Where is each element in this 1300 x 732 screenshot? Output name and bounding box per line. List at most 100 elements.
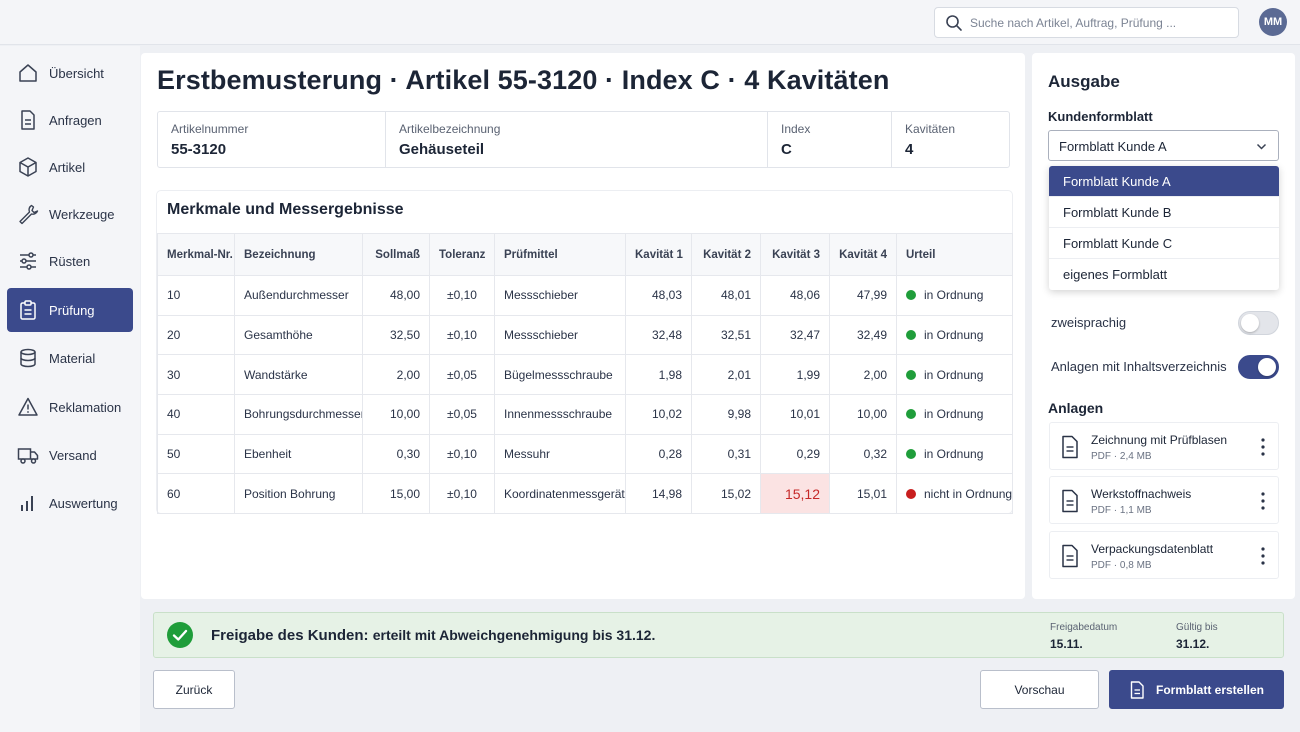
cell-name: Außendurchmesser <box>234 275 363 316</box>
back-button[interactable]: Zurück <box>153 670 235 709</box>
sidebar-item-anfragen[interactable]: Anfragen <box>7 98 133 142</box>
form-select[interactable]: Formblatt Kunde A <box>1048 130 1279 161</box>
cell-name: Gesamthöhe <box>234 314 363 356</box>
clipboard-icon <box>20 300 36 320</box>
sidebar-item-label: Prüfung <box>49 302 95 318</box>
cell-urteil: in Ordnung <box>896 354 1013 396</box>
check-circle-icon <box>167 622 193 648</box>
cell-k2: 15,02 <box>691 473 761 515</box>
measurement-table-card: Merkmale und Messergebnisse Merkmal-Nr. … <box>157 191 1013 515</box>
form-label: Kundenformblatt <box>1048 109 1153 124</box>
search-input[interactable] <box>970 9 1232 36</box>
cell-tol: ±0,05 <box>429 354 495 396</box>
table-row[interactable]: 60 Position Bohrung 15,00 ±0,10 Koordinatenm… <box>157 473 1013 515</box>
more-vertical-icon[interactable] <box>1256 545 1270 567</box>
zweisprachig-toggle[interactable] <box>1238 311 1279 335</box>
release-date-value: 15.11. <box>1050 637 1083 651</box>
cell-name: Position Bohrung <box>234 473 363 515</box>
document-icon <box>1130 680 1144 699</box>
dropdown-option[interactable]: eigenes Formblatt <box>1049 259 1279 290</box>
cell-k3: 15,12 <box>760 473 830 515</box>
attachment-item[interactable]: Werkstoffnachweis PDF · 1,1 MB <box>1049 476 1279 524</box>
table-row[interactable]: 30 Wandstärke 2,00 ±0,05 Bügelmessschraube 1,… <box>157 354 1013 396</box>
cell-urteil: in Ordnung <box>896 275 1013 316</box>
column-header[interactable]: Urteil <box>896 233 1013 276</box>
cell-k2: 9,98 <box>691 394 761 435</box>
table-row[interactable]: 20 Gesamthöhe 32,50 ±0,10 Messschieber 32,48 3… <box>157 314 1013 356</box>
verdict-text: in Ordnung <box>924 447 984 462</box>
info-artikelnummer: Artikelnummer 55-3120 <box>158 112 386 167</box>
sidebar-item-label: Artikel <box>49 159 86 175</box>
attachment-item[interactable]: Zeichnung mit Prüfblasen PDF · 2,4 MB <box>1049 422 1279 470</box>
valid-until-label: Gültig bis <box>1176 622 1218 633</box>
column-header[interactable]: Kavität 4 <box>829 233 897 276</box>
release-status-text: Freigabe des Kunden: erteilt mit Abweich… <box>211 627 655 644</box>
column-header[interactable]: Sollmaß <box>362 233 430 276</box>
cell-urteil: nicht in Ordnung <box>896 473 1013 515</box>
verdict-text: in Ordnung <box>924 407 984 422</box>
sidebar-item-label: Auswertung <box>49 495 118 511</box>
output-title: Ausgabe <box>1048 72 1120 91</box>
table-row[interactable]: 10 Außendurchmesser 48,00 ±0,10 Messschieber… <box>157 275 1013 316</box>
file-icon <box>1062 435 1078 459</box>
cell-k1: 48,03 <box>625 275 692 316</box>
column-header[interactable]: Merkmal-Nr. <box>157 233 235 276</box>
output-panel: Ausgabe Kundenformblatt Formblatt Kunde … <box>1032 53 1295 599</box>
sidebar-item-pruefung[interactable]: Prüfung <box>7 288 133 332</box>
sidebar-item-reklamation[interactable]: Reklamation <box>7 385 133 429</box>
cell-soll: 15,00 <box>362 473 430 515</box>
release-date: Freigabedatum 15.11. <box>1050 622 1117 651</box>
cell-nr: 60 <box>157 473 235 515</box>
sidebar-item-uebersicht[interactable]: Übersicht <box>7 51 133 95</box>
toggle-label: zweisprachig <box>1051 315 1127 330</box>
inhaltsverzeichnis-toggle[interactable] <box>1238 355 1279 379</box>
verdict-text: nicht in Ordnung <box>924 486 1013 501</box>
valid-until-value: 31.12. <box>1176 637 1210 651</box>
cell-k4: 2,00 <box>829 354 897 396</box>
sidebar-item-versand[interactable]: Versand <box>7 433 133 477</box>
cell-k1: 10,02 <box>625 394 692 435</box>
more-vertical-icon[interactable] <box>1256 490 1270 512</box>
column-header[interactable]: Bezeichnung <box>234 233 363 276</box>
create-form-button[interactable]: Formblatt erstellen <box>1109 670 1284 709</box>
column-header[interactable]: Prüfmittel <box>494 233 626 276</box>
dropdown-option[interactable]: Formblatt Kunde C <box>1049 228 1279 259</box>
cell-nr: 40 <box>157 394 235 435</box>
cell-k1: 0,28 <box>625 433 692 475</box>
search-icon <box>946 15 962 31</box>
cell-mittel: Bügelmessschraube <box>494 354 626 396</box>
column-header[interactable]: Kavität 2 <box>691 233 761 276</box>
search-box[interactable] <box>934 7 1239 38</box>
form-dropdown: Formblatt Kunde A Formblatt Kunde B Form… <box>1049 166 1279 290</box>
attachment-item[interactable]: Verpackungsdatenblatt PDF · 0,8 MB <box>1049 531 1279 579</box>
sidebar-item-werkzeuge[interactable]: Werkzeuge <box>7 192 133 236</box>
cell-soll: 32,50 <box>362 314 430 356</box>
dropdown-option[interactable]: Formblatt Kunde A <box>1049 166 1279 197</box>
document-icon <box>21 110 35 130</box>
more-vertical-icon[interactable] <box>1256 436 1270 458</box>
info-value: C <box>781 141 792 158</box>
column-header[interactable]: Toleranz <box>429 233 495 276</box>
release-status-label: Freigabe des Kunden: <box>211 627 369 644</box>
sidebar-item-artikel[interactable]: Artikel <box>7 145 133 189</box>
attachment-meta: PDF · 1,1 MB <box>1091 505 1152 516</box>
sidebar-item-label: Übersicht <box>49 65 104 81</box>
status-dot-ok-icon <box>906 369 916 380</box>
info-value: 4 <box>905 141 914 158</box>
dropdown-option[interactable]: Formblatt Kunde B <box>1049 197 1279 228</box>
avatar[interactable]: MM <box>1259 8 1287 36</box>
sidebar-item-material[interactable]: Material <box>7 336 133 380</box>
preview-button[interactable]: Vorschau <box>980 670 1099 709</box>
column-header[interactable]: Kavität 3 <box>760 233 830 276</box>
cell-k4: 47,99 <box>829 275 897 316</box>
cell-mittel: Messuhr <box>494 433 626 475</box>
table-row[interactable]: 50 Ebenheit 0,30 ±0,10 Messuhr 0,28 0,31 0,29 0,… <box>157 433 1013 475</box>
table-row[interactable]: 40 Bohrungsdurchmesser 10,00 ±0,05 Innenmess… <box>157 394 1013 435</box>
sidebar-item-auswertung[interactable]: Auswertung <box>7 481 133 525</box>
cell-urteil: in Ordnung <box>896 394 1013 435</box>
main-panel: Erstbemusterung · Artikel 55-3120 · Inde… <box>141 53 1025 599</box>
sidebar-item-ruesten[interactable]: Rüsten <box>7 239 133 283</box>
column-header[interactable]: Kavität 1 <box>625 233 692 276</box>
cell-mittel: Innenmessschraube <box>494 394 626 435</box>
toggle-knob <box>1258 358 1276 376</box>
